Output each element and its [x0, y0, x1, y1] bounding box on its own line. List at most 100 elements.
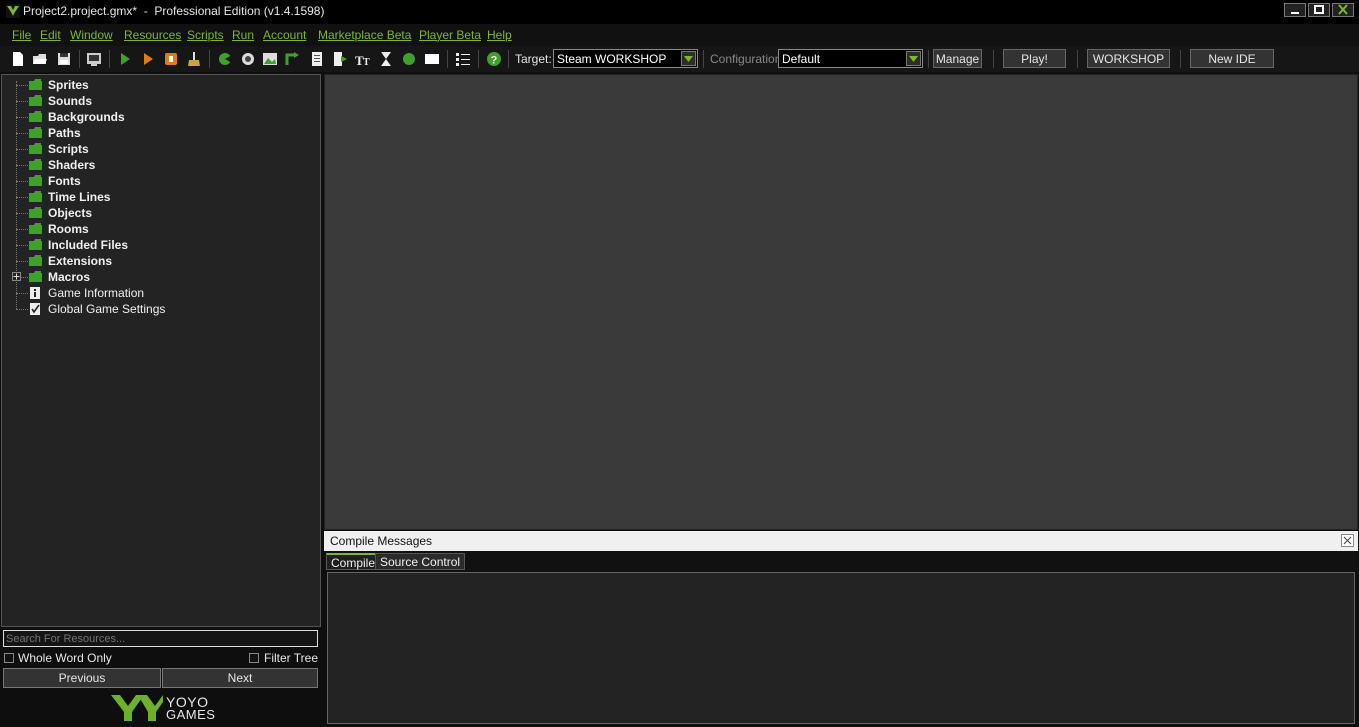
workshop-button[interactable]: WORKSHOP	[1087, 49, 1170, 68]
create-shader-icon[interactable]	[332, 51, 348, 67]
target-dropdown-arrow[interactable]	[681, 51, 696, 66]
plus-icon	[13, 273, 20, 280]
tree-folder-label: Rooms	[48, 222, 89, 236]
menu-file[interactable]: File	[12, 28, 31, 42]
compile-close-button[interactable]	[1341, 534, 1354, 547]
menu-window[interactable]: Window	[70, 28, 113, 42]
folder-icon	[29, 143, 42, 154]
run-icon[interactable]	[117, 51, 133, 67]
create-executable-icon[interactable]	[86, 51, 102, 67]
svg-text:T: T	[363, 57, 370, 67]
tree-folder-sprites[interactable]: Sprites	[2, 77, 302, 93]
minimize-button[interactable]	[1284, 3, 1306, 17]
save-icon[interactable]	[56, 51, 72, 67]
manage-button[interactable]: Manage	[933, 49, 982, 68]
create-object-icon[interactable]	[401, 51, 417, 67]
menu-edit[interactable]: Edit	[40, 28, 61, 42]
next-button[interactable]: Next	[162, 668, 318, 688]
info-icon	[30, 287, 40, 299]
folder-icon	[29, 271, 42, 282]
search-resources-input[interactable]	[3, 630, 318, 647]
window-title: Project2.project.gmx* - Professional Edi…	[23, 4, 325, 18]
previous-button[interactable]: Previous	[3, 668, 161, 688]
new-file-icon[interactable]	[10, 51, 26, 67]
svg-text:?: ?	[491, 55, 498, 67]
tree-folder-fonts[interactable]: Fonts	[2, 173, 302, 189]
close-window-button[interactable]	[1332, 3, 1354, 17]
tree-folder-macros[interactable]: Macros	[2, 269, 302, 285]
whole-word-only-checkbox[interactable]	[4, 653, 14, 663]
tree-folder-label: Sprites	[48, 78, 89, 92]
yoyo-games-logo: YOYO GAMES	[110, 692, 220, 724]
menu-scripts[interactable]: Scripts	[187, 28, 224, 42]
tree-folder-backgrounds[interactable]: Backgrounds	[2, 109, 302, 125]
tree-item-game-information[interactable]: Game Information	[2, 285, 302, 301]
tree-folder-label: Macros	[48, 270, 91, 284]
menu-marketplace-beta[interactable]: Marketplace Beta	[318, 28, 411, 42]
create-background-icon[interactable]	[262, 51, 278, 67]
clean-broom-icon[interactable]	[186, 51, 202, 67]
menu-player-beta[interactable]: Player Beta	[419, 28, 481, 42]
tree-folder-time-lines[interactable]: Time Lines	[2, 189, 302, 205]
menu-help[interactable]: Help	[487, 28, 512, 42]
create-path-icon[interactable]	[285, 51, 301, 67]
tree-folder-label: Fonts	[48, 174, 81, 188]
tree-folder-label: Extensions	[48, 254, 113, 268]
tree-folder-included-files[interactable]: Included Files	[2, 237, 302, 253]
chevron-down-icon	[909, 56, 918, 62]
play-button[interactable]: Play!	[1003, 49, 1066, 68]
new-ide-button[interactable]: New IDE	[1190, 49, 1274, 68]
open-folder-icon[interactable]	[32, 51, 48, 67]
toolbar-separator	[109, 50, 110, 68]
logo-text-games: GAMES	[166, 707, 216, 722]
create-sound-icon[interactable]	[240, 51, 256, 67]
filter-tree-label: Filter Tree	[264, 651, 319, 665]
menu-run[interactable]: Run	[232, 28, 254, 42]
toolbar: TT ? Target: Steam WORKSHOP Configuratio…	[0, 46, 1359, 72]
create-room-icon[interactable]	[424, 51, 440, 67]
create-font-icon[interactable]: TT	[355, 51, 371, 67]
toolbar-separator	[508, 50, 509, 68]
tree-folder-label: Backgrounds	[48, 110, 125, 124]
tab-source-control[interactable]: Source Control	[375, 553, 466, 570]
tree-folder-label: Shaders	[48, 158, 96, 172]
tree-folder-label: Sounds	[48, 94, 92, 108]
configuration-dropdown-arrow[interactable]	[906, 51, 921, 66]
toolbar-separator	[79, 50, 80, 68]
tab-compile[interactable]: Compile	[326, 553, 381, 570]
tree-folder-label: Paths	[48, 126, 81, 140]
folder-icon	[29, 255, 42, 266]
toolbar-separator	[703, 50, 704, 68]
help-icon[interactable]: ?	[486, 51, 502, 67]
chevron-down-icon	[684, 56, 693, 62]
target-select-value: Steam WORKSHOP	[557, 52, 667, 66]
stop-icon[interactable]	[163, 51, 179, 67]
toolbar-separator	[1180, 50, 1181, 68]
target-select[interactable]: Steam WORKSHOP	[553, 49, 698, 68]
create-sprite-icon[interactable]	[217, 51, 233, 67]
folder-icon	[29, 159, 42, 170]
expand-toggle[interactable]	[12, 272, 21, 281]
tree-folder-extensions[interactable]: Extensions	[2, 253, 302, 269]
tree-folder-scripts[interactable]: Scripts	[2, 141, 302, 157]
tree-item-global-game-settings[interactable]: Global Game Settings	[2, 301, 302, 317]
tree-folder-paths[interactable]: Paths	[2, 125, 302, 141]
menu-account[interactable]: Account	[263, 28, 306, 42]
toolbar-separator	[209, 50, 210, 68]
tree-folder-sounds[interactable]: Sounds	[2, 93, 302, 109]
configuration-select-value: Default	[782, 52, 821, 66]
workspace-area[interactable]	[324, 74, 1358, 530]
folder-icon	[29, 95, 42, 106]
create-timeline-icon[interactable]	[378, 51, 394, 67]
filter-tree-checkbox[interactable]	[249, 653, 259, 663]
compile-output-area[interactable]	[327, 572, 1355, 724]
tree-folder-objects[interactable]: Objects	[2, 205, 302, 221]
configuration-select[interactable]: Default	[778, 49, 923, 68]
menu-resources[interactable]: Resources	[124, 28, 181, 42]
tree-folder-shaders[interactable]: Shaders	[2, 157, 302, 173]
maximize-button[interactable]	[1308, 3, 1330, 17]
create-script-icon[interactable]	[309, 51, 325, 67]
tree-folder-rooms[interactable]: Rooms	[2, 221, 302, 237]
game-settings-list-icon[interactable]	[455, 51, 471, 67]
debug-icon[interactable]	[140, 51, 156, 67]
